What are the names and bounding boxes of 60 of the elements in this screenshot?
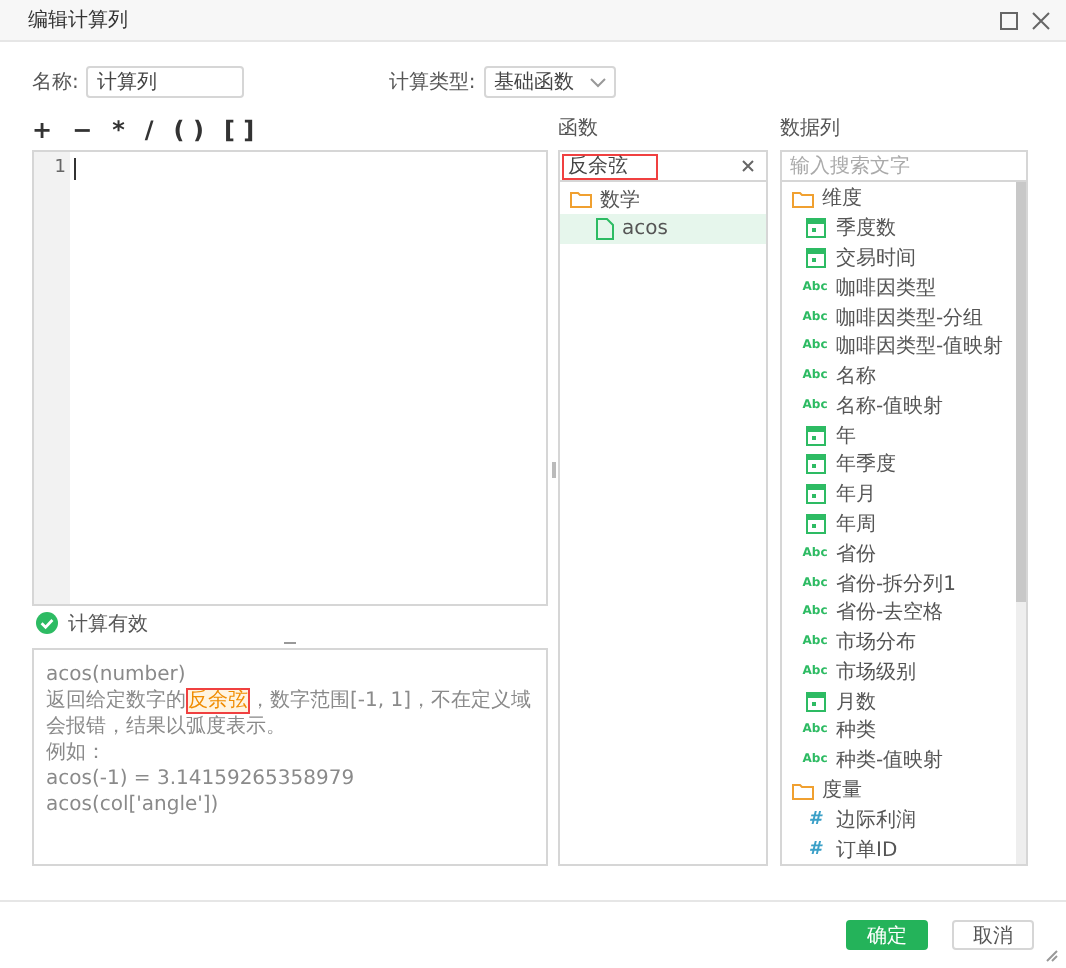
scrollbar-thumb[interactable] bbox=[1016, 182, 1026, 602]
description-text: 返回给定数字的反余弦，数字范围[-1, 1]，不在定义域会报错，结果以弧度表示。 bbox=[46, 688, 533, 740]
chevron-down-icon bbox=[589, 77, 606, 87]
tree-folder[interactable]: 维度 bbox=[782, 184, 1016, 214]
operator-button[interactable]: + bbox=[32, 118, 53, 142]
description-text: acos(-1) = 3.14159265358979 bbox=[46, 766, 357, 792]
calendar-icon bbox=[805, 425, 825, 446]
maximize-icon[interactable] bbox=[1000, 11, 1018, 29]
document-icon bbox=[596, 218, 614, 241]
calendar-icon bbox=[805, 513, 825, 534]
column-item[interactable]: 年月 bbox=[782, 479, 1016, 510]
calc-type-dropdown[interactable]: 基础函数 bbox=[483, 66, 616, 98]
line-number: 1 bbox=[52, 158, 68, 178]
operator-button[interactable]: * bbox=[112, 118, 125, 142]
search-text: 反余弦 bbox=[562, 153, 658, 179]
column-item[interactable]: 月数 bbox=[782, 686, 1016, 717]
resize-grip-icon[interactable] bbox=[1046, 950, 1058, 962]
column-item[interactable]: 年 bbox=[782, 420, 1016, 451]
splitter-handle[interactable] bbox=[552, 462, 556, 478]
column-item[interactable]: 季度数 bbox=[782, 213, 1016, 244]
calendar-icon bbox=[805, 484, 825, 505]
validation-message: 计算有效 bbox=[68, 611, 148, 637]
panel-title: 函数 bbox=[558, 116, 600, 144]
operator-button[interactable]: ( ) bbox=[173, 118, 204, 142]
function-item[interactable]: acos bbox=[560, 214, 766, 245]
column-item[interactable]: 年周 bbox=[782, 509, 1016, 539]
text-cursor bbox=[74, 158, 76, 180]
column-item[interactable]: 年季度 bbox=[782, 450, 1016, 480]
code-editor[interactable]: 1 bbox=[32, 150, 548, 606]
folder-icon bbox=[792, 189, 814, 208]
operator-button[interactable]: / bbox=[144, 118, 154, 142]
window-title: 编辑计算列 bbox=[28, 7, 128, 34]
number-type-icon: # bbox=[808, 841, 822, 858]
tree-folder[interactable]: 数学 bbox=[560, 184, 766, 215]
description-text: acos(col['angle']) bbox=[46, 792, 221, 818]
tree-folder[interactable]: 度量 bbox=[782, 775, 1016, 805]
function-search-field[interactable]: 反余弦 bbox=[560, 152, 766, 182]
column-item[interactable]: # 边际利润 bbox=[782, 804, 1016, 835]
calendar-icon bbox=[805, 691, 825, 712]
calendar-icon bbox=[805, 218, 825, 239]
operator-button[interactable]: [ ] bbox=[223, 118, 255, 142]
column-search-field[interactable]: 输入搜索文字 bbox=[782, 152, 1026, 182]
name-label: 名称: bbox=[32, 70, 79, 96]
description-text: acos(number) bbox=[46, 662, 188, 688]
calc-type-label: 计算类型: bbox=[388, 69, 476, 96]
cancel-button[interactable]: 取消 bbox=[952, 920, 1034, 950]
description-text: 例如： bbox=[46, 740, 108, 766]
number-type-icon: # bbox=[808, 811, 822, 828]
close-icon[interactable] bbox=[1032, 11, 1050, 29]
operator-button[interactable]: − bbox=[72, 118, 93, 142]
folder-icon bbox=[570, 190, 592, 209]
name-field[interactable]: 计算列 bbox=[86, 66, 245, 98]
calendar-icon bbox=[805, 454, 825, 475]
splitter-handle[interactable] bbox=[284, 642, 296, 644]
column-item[interactable]: # 订单ID bbox=[782, 834, 1016, 864]
column-item[interactable]: 交易时间 bbox=[782, 243, 1016, 273]
panel-title: 数据列 bbox=[780, 116, 842, 144]
folder-icon bbox=[792, 781, 814, 800]
calendar-icon bbox=[805, 247, 825, 268]
clear-icon[interactable] bbox=[742, 160, 754, 172]
